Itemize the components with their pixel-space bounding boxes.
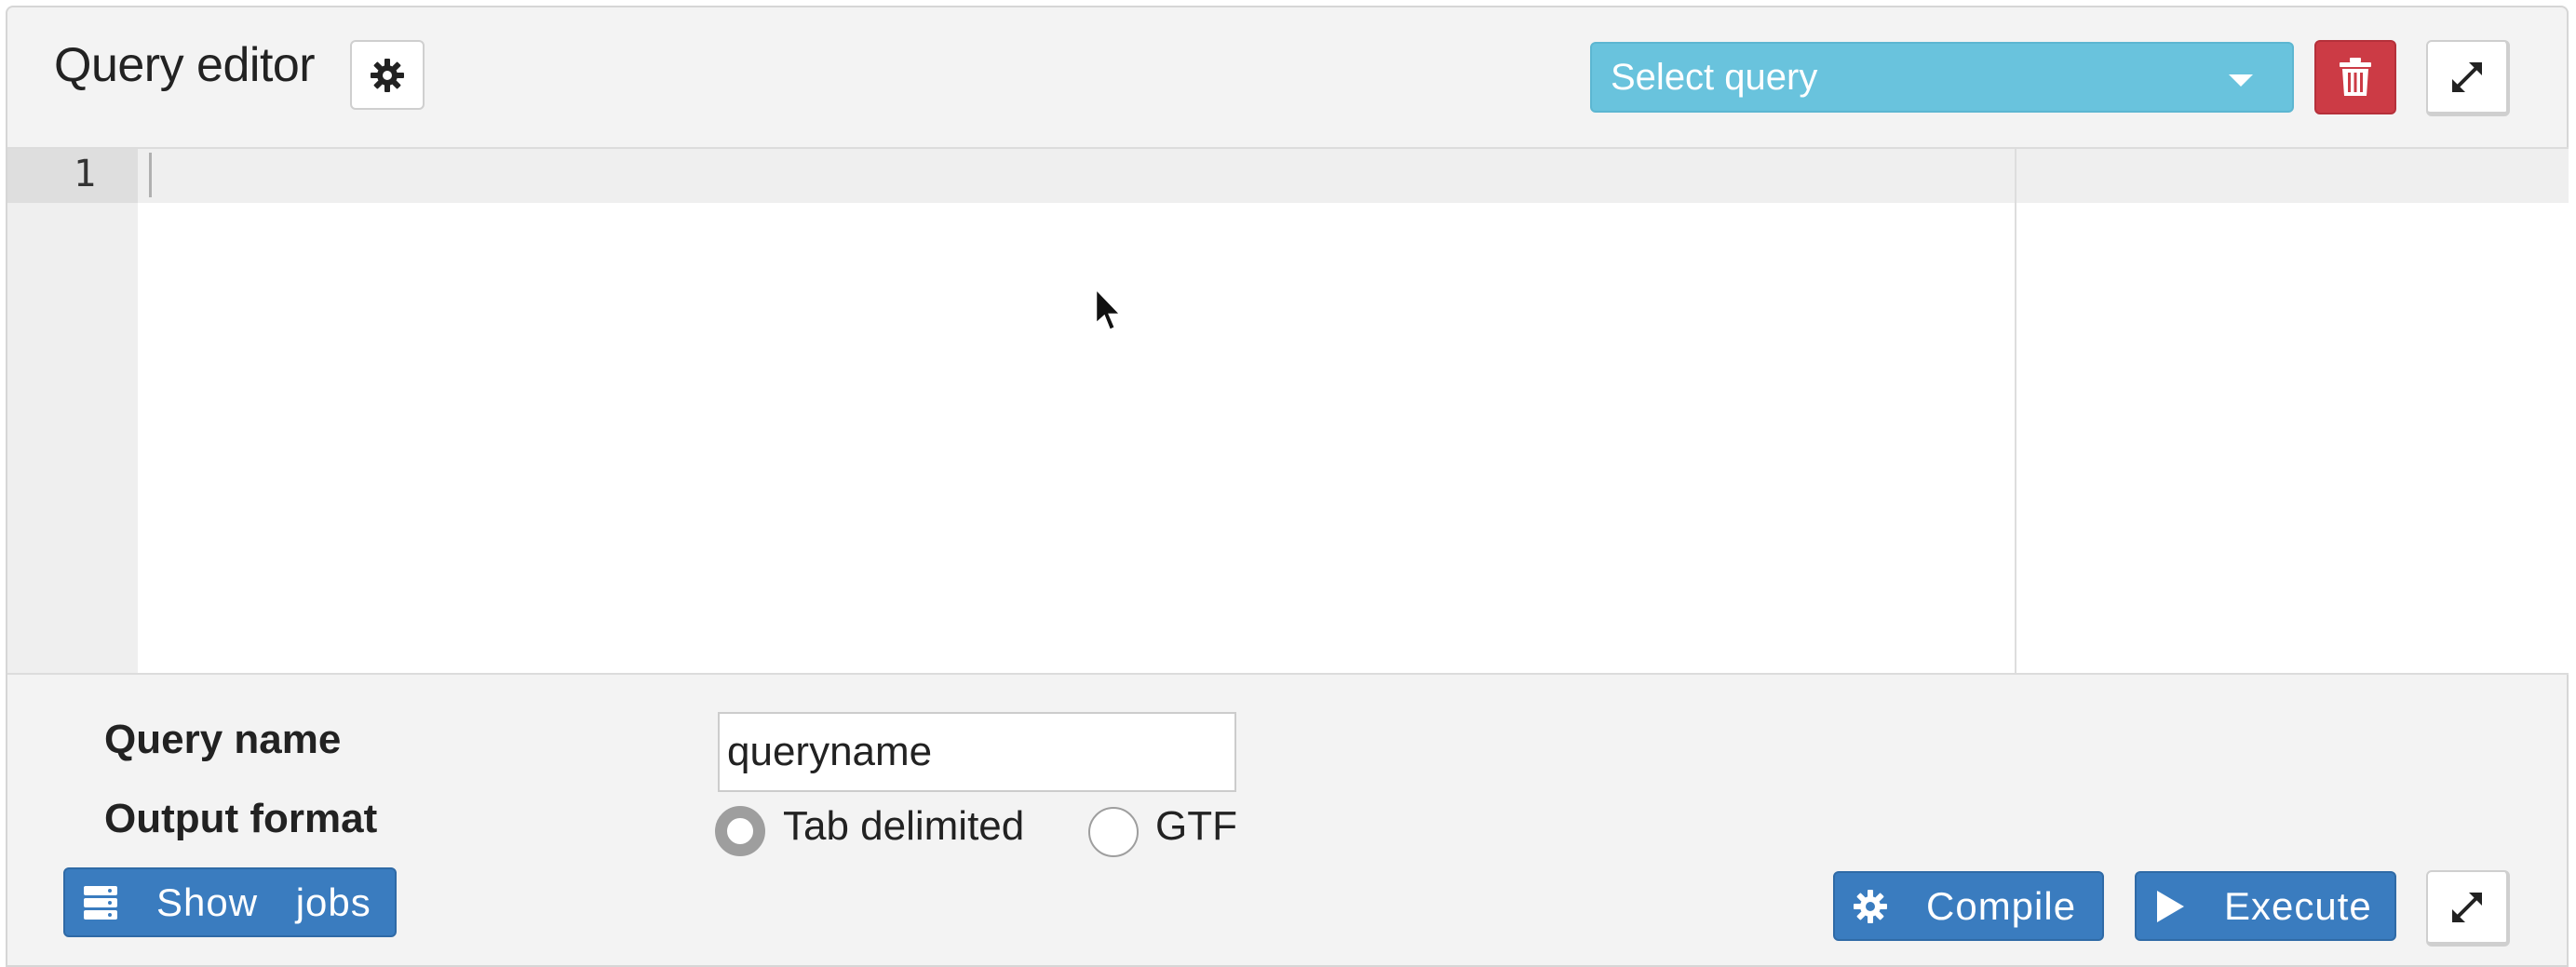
radio-gtf[interactable] [1088, 807, 1139, 857]
query-name-label: Query name [104, 717, 342, 762]
editor-gutter [7, 149, 138, 673]
expand-results-button[interactable] [2426, 870, 2510, 947]
show-jobs-label: Show jobs [156, 880, 371, 924]
radio-tab-delimited[interactable] [715, 806, 765, 856]
expand-arrows-icon [2452, 61, 2482, 92]
active-line[interactable] [138, 149, 2569, 203]
radio-tab-delimited-label[interactable]: Tab delimited [783, 803, 1024, 850]
query-name-input[interactable] [718, 712, 1236, 792]
select-query-dropdown[interactable]: Select query [1590, 42, 2294, 113]
gear-icon [1854, 889, 1887, 923]
expand-arrows-icon [2452, 892, 2482, 922]
line-number: 1 [73, 153, 96, 195]
compile-button[interactable]: Compile [1833, 871, 2104, 941]
output-format-label: Output format [104, 796, 378, 841]
radio-gtf-label[interactable]: GTF [1155, 803, 1237, 850]
page-title: Query editor [54, 38, 316, 92]
code-editor[interactable]: 1 [7, 147, 2569, 675]
editor-settings-button[interactable] [350, 40, 425, 110]
caret-down-icon [2229, 74, 2253, 87]
trash-icon [2340, 58, 2371, 96]
server-stack-icon [84, 885, 117, 920]
delete-query-button[interactable] [2314, 40, 2396, 114]
select-query-placeholder: Select query [1611, 56, 1818, 98]
play-icon [2157, 890, 2184, 922]
execute-label: Execute [2224, 883, 2372, 928]
execute-button[interactable]: Execute [2135, 871, 2396, 941]
gear-icon [371, 58, 404, 92]
compile-label: Compile [1926, 883, 2077, 928]
expand-editor-button[interactable] [2426, 40, 2510, 116]
mouse-pointer-icon [1094, 287, 1124, 332]
show-jobs-button[interactable]: Show jobs [63, 867, 397, 937]
print-margin [2015, 149, 2016, 673]
text-cursor [149, 153, 152, 197]
